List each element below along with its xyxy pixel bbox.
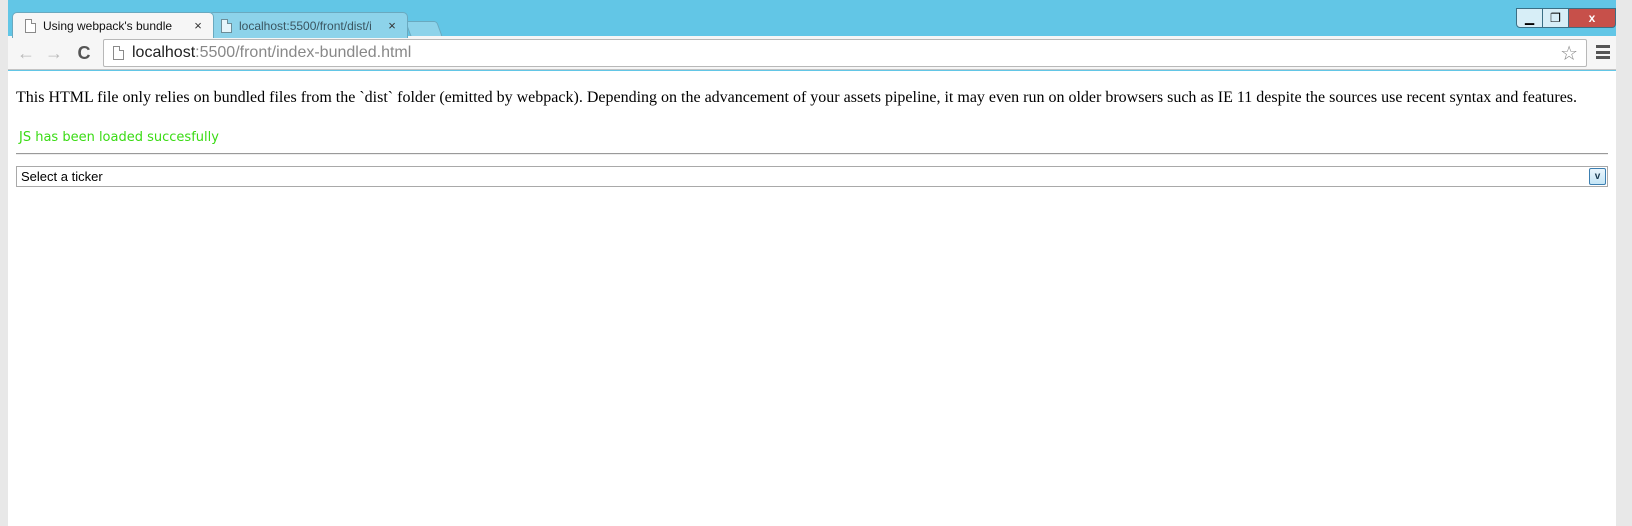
back-arrow-icon[interactable]: ← xyxy=(14,41,38,65)
page-icon xyxy=(25,18,36,33)
tab-title: Using webpack's bundle xyxy=(43,18,173,33)
hamburger-menu-icon[interactable] xyxy=(1596,43,1610,61)
url-text[interactable]: localhost:5500/front/index-bundled.html xyxy=(132,44,411,62)
ticker-select-value: Select a ticker xyxy=(21,169,103,184)
close-window-button[interactable]: x xyxy=(1569,8,1616,28)
page-icon xyxy=(221,18,232,33)
window-left-edge xyxy=(0,0,8,526)
reload-icon[interactable]: C xyxy=(72,41,96,65)
load-status-message: JS has been loaded succesfully xyxy=(19,130,219,145)
close-tab-icon[interactable]: × xyxy=(189,18,207,33)
tab-localhost-dist[interactable]: localhost:5500/front/dist/i × xyxy=(208,12,408,38)
tab-strip: Using webpack's bundle × localhost:5500/… xyxy=(8,8,1616,38)
window-right-edge xyxy=(1616,0,1632,526)
url-host: localhost xyxy=(132,44,196,61)
page-icon xyxy=(113,46,124,60)
url-path: :5500/front/index-bundled.html xyxy=(195,44,412,61)
chevron-down-icon[interactable]: v xyxy=(1589,168,1606,185)
tab-title: localhost:5500/front/dist/i xyxy=(239,18,372,33)
maximize-button[interactable]: ❐ xyxy=(1543,8,1569,28)
browser-window: Using webpack's bundle × localhost:5500/… xyxy=(0,0,1632,526)
close-tab-icon[interactable]: × xyxy=(383,18,401,33)
page-description: This HTML file only relies on bundled fi… xyxy=(16,89,1578,106)
browser-toolbar: ← → C localhost:5500/front/index-bundled… xyxy=(8,36,1616,70)
window-controls: ▁ ❐ x xyxy=(1516,8,1616,28)
page-content: This HTML file only relies on bundled fi… xyxy=(16,89,1608,187)
forward-arrow-icon[interactable]: → xyxy=(42,41,66,65)
tab-using-webpacks-bundle[interactable]: Using webpack's bundle × xyxy=(12,12,214,38)
page-viewport: This HTML file only relies on bundled fi… xyxy=(8,71,1616,526)
ticker-select[interactable]: Select a ticker v xyxy=(16,166,1608,187)
minimize-button[interactable]: ▁ xyxy=(1516,8,1543,28)
divider xyxy=(16,153,1608,155)
star-icon[interactable]: ☆ xyxy=(1560,41,1578,66)
address-bar[interactable]: localhost:5500/front/index-bundled.html … xyxy=(103,39,1587,67)
